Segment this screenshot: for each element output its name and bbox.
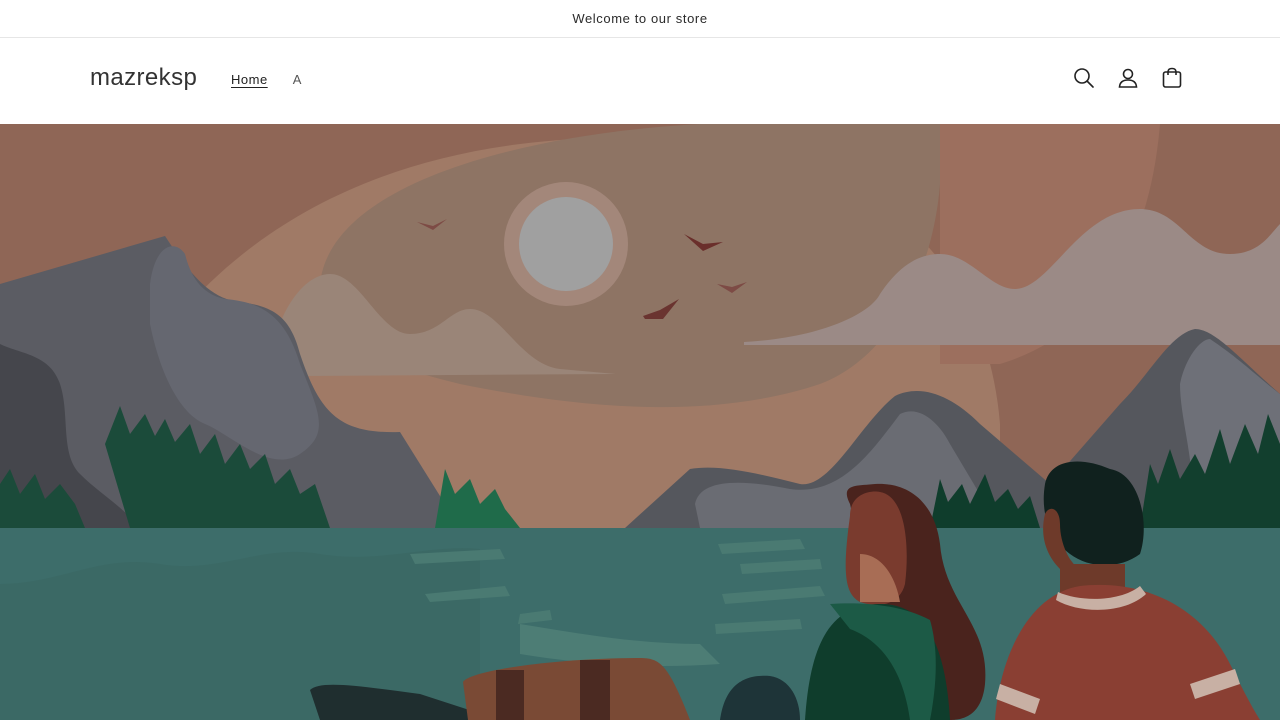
search-icon (1072, 66, 1096, 95)
store-logo[interactable]: mazreksp (90, 64, 197, 92)
cart-button[interactable] (1160, 66, 1184, 95)
hero-illustration (0, 124, 1280, 720)
search-button[interactable] (1072, 66, 1096, 95)
announcement-bar: Welcome to our store (0, 0, 1280, 38)
site-header: mazreksp Home A (0, 38, 1280, 124)
cart-icon (1160, 66, 1184, 95)
account-button[interactable] (1116, 68, 1140, 92)
nav-link-a[interactable]: A (293, 72, 302, 87)
hero-banner (0, 124, 1280, 720)
announcement-text: Welcome to our store (572, 11, 708, 26)
account-icon (1116, 66, 1140, 95)
nav-link-home[interactable]: Home (231, 72, 268, 87)
main-nav: Home A (231, 72, 302, 87)
